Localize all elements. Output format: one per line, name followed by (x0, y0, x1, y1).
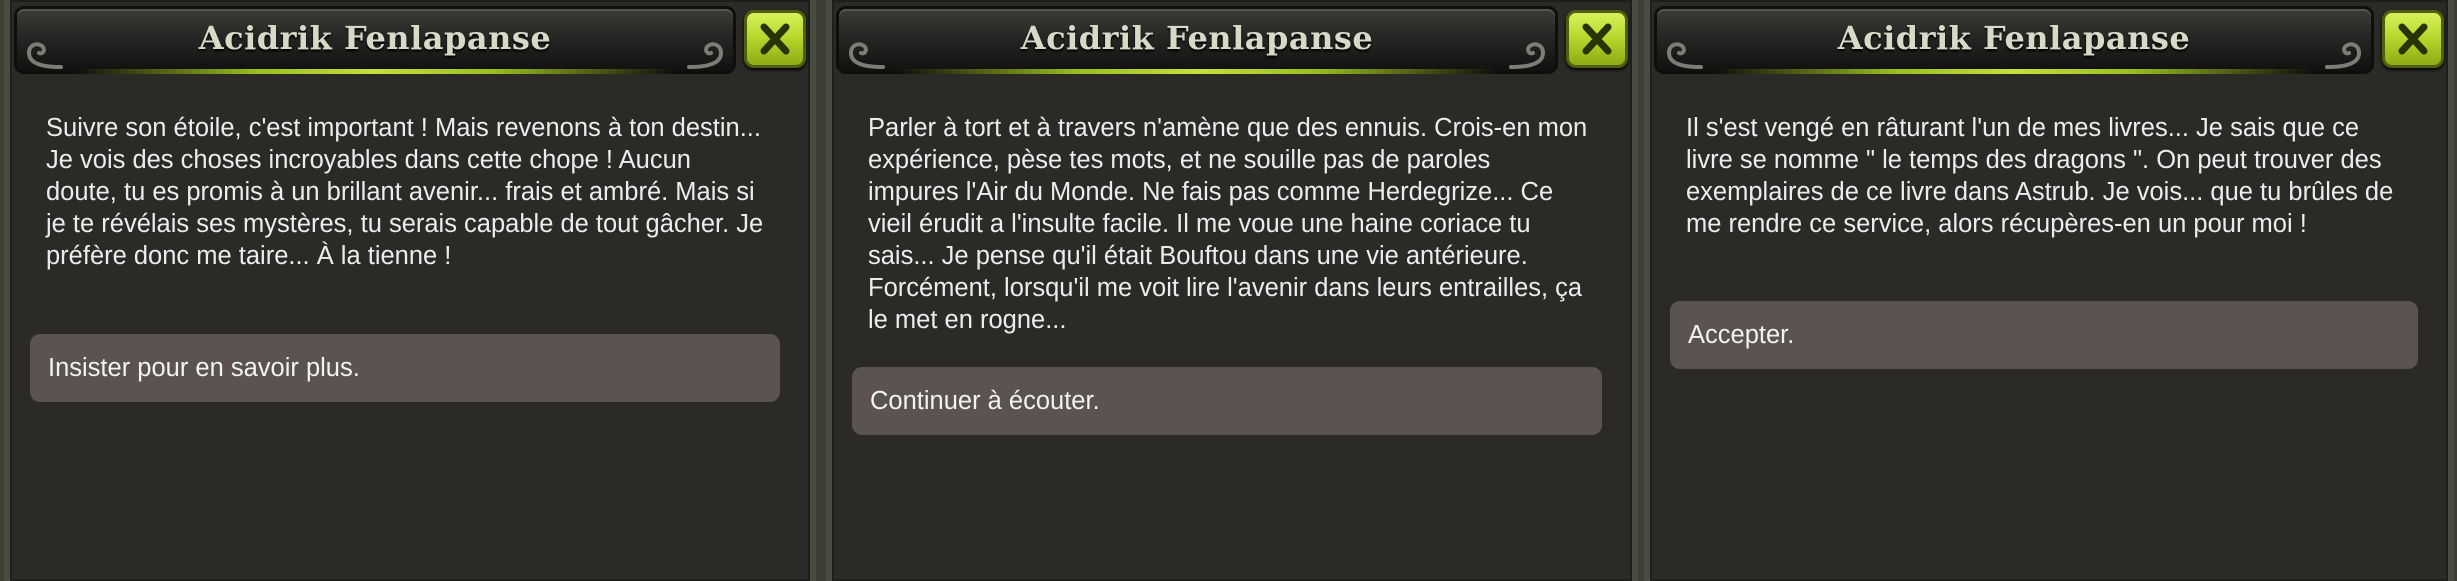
close-x-icon (2398, 23, 2428, 55)
reply-option[interactable]: Continuer à écouter. (852, 367, 1602, 435)
swirl-ornament-icon (687, 42, 724, 69)
swirl-ornament-icon (1509, 42, 1546, 69)
close-button[interactable] (744, 10, 806, 68)
close-x-icon (1582, 23, 1612, 55)
reply-option[interactable]: Insister pour en savoir plus. (30, 334, 780, 402)
npc-dialog-1: Acidrik Fenlapanse Suivre son étoile, c'… (4, 0, 816, 581)
dialog-text: Il s'est vengé en râturant l'un de mes l… (1686, 114, 2394, 238)
dialog-text: Suivre son étoile, c'est important ! Mai… (46, 114, 764, 270)
npc-name: Acidrik Fenlapanse (198, 19, 552, 57)
close-button[interactable] (1566, 10, 1628, 68)
dialog-title-bar[interactable]: Acidrik Fenlapanse (14, 6, 736, 74)
npc-dialog-2: Acidrik Fenlapanse Parler à tort et à tr… (826, 0, 1638, 581)
dialog-title-bar[interactable]: Acidrik Fenlapanse (1654, 6, 2374, 74)
dialog-text: Parler à tort et à travers n'amène que d… (868, 114, 1588, 334)
close-x-icon (760, 23, 790, 55)
npc-dialog-3: Acidrik Fenlapanse Il s'est vengé en rât… (1644, 0, 2454, 581)
swirl-ornament-icon (2325, 42, 2362, 69)
close-button[interactable] (2382, 10, 2444, 68)
dialog-title-bar[interactable]: Acidrik Fenlapanse (836, 6, 1558, 74)
npc-name: Acidrik Fenlapanse (1020, 19, 1374, 57)
npc-name: Acidrik Fenlapanse (1837, 19, 2191, 57)
reply-option[interactable]: Accepter. (1670, 301, 2418, 369)
